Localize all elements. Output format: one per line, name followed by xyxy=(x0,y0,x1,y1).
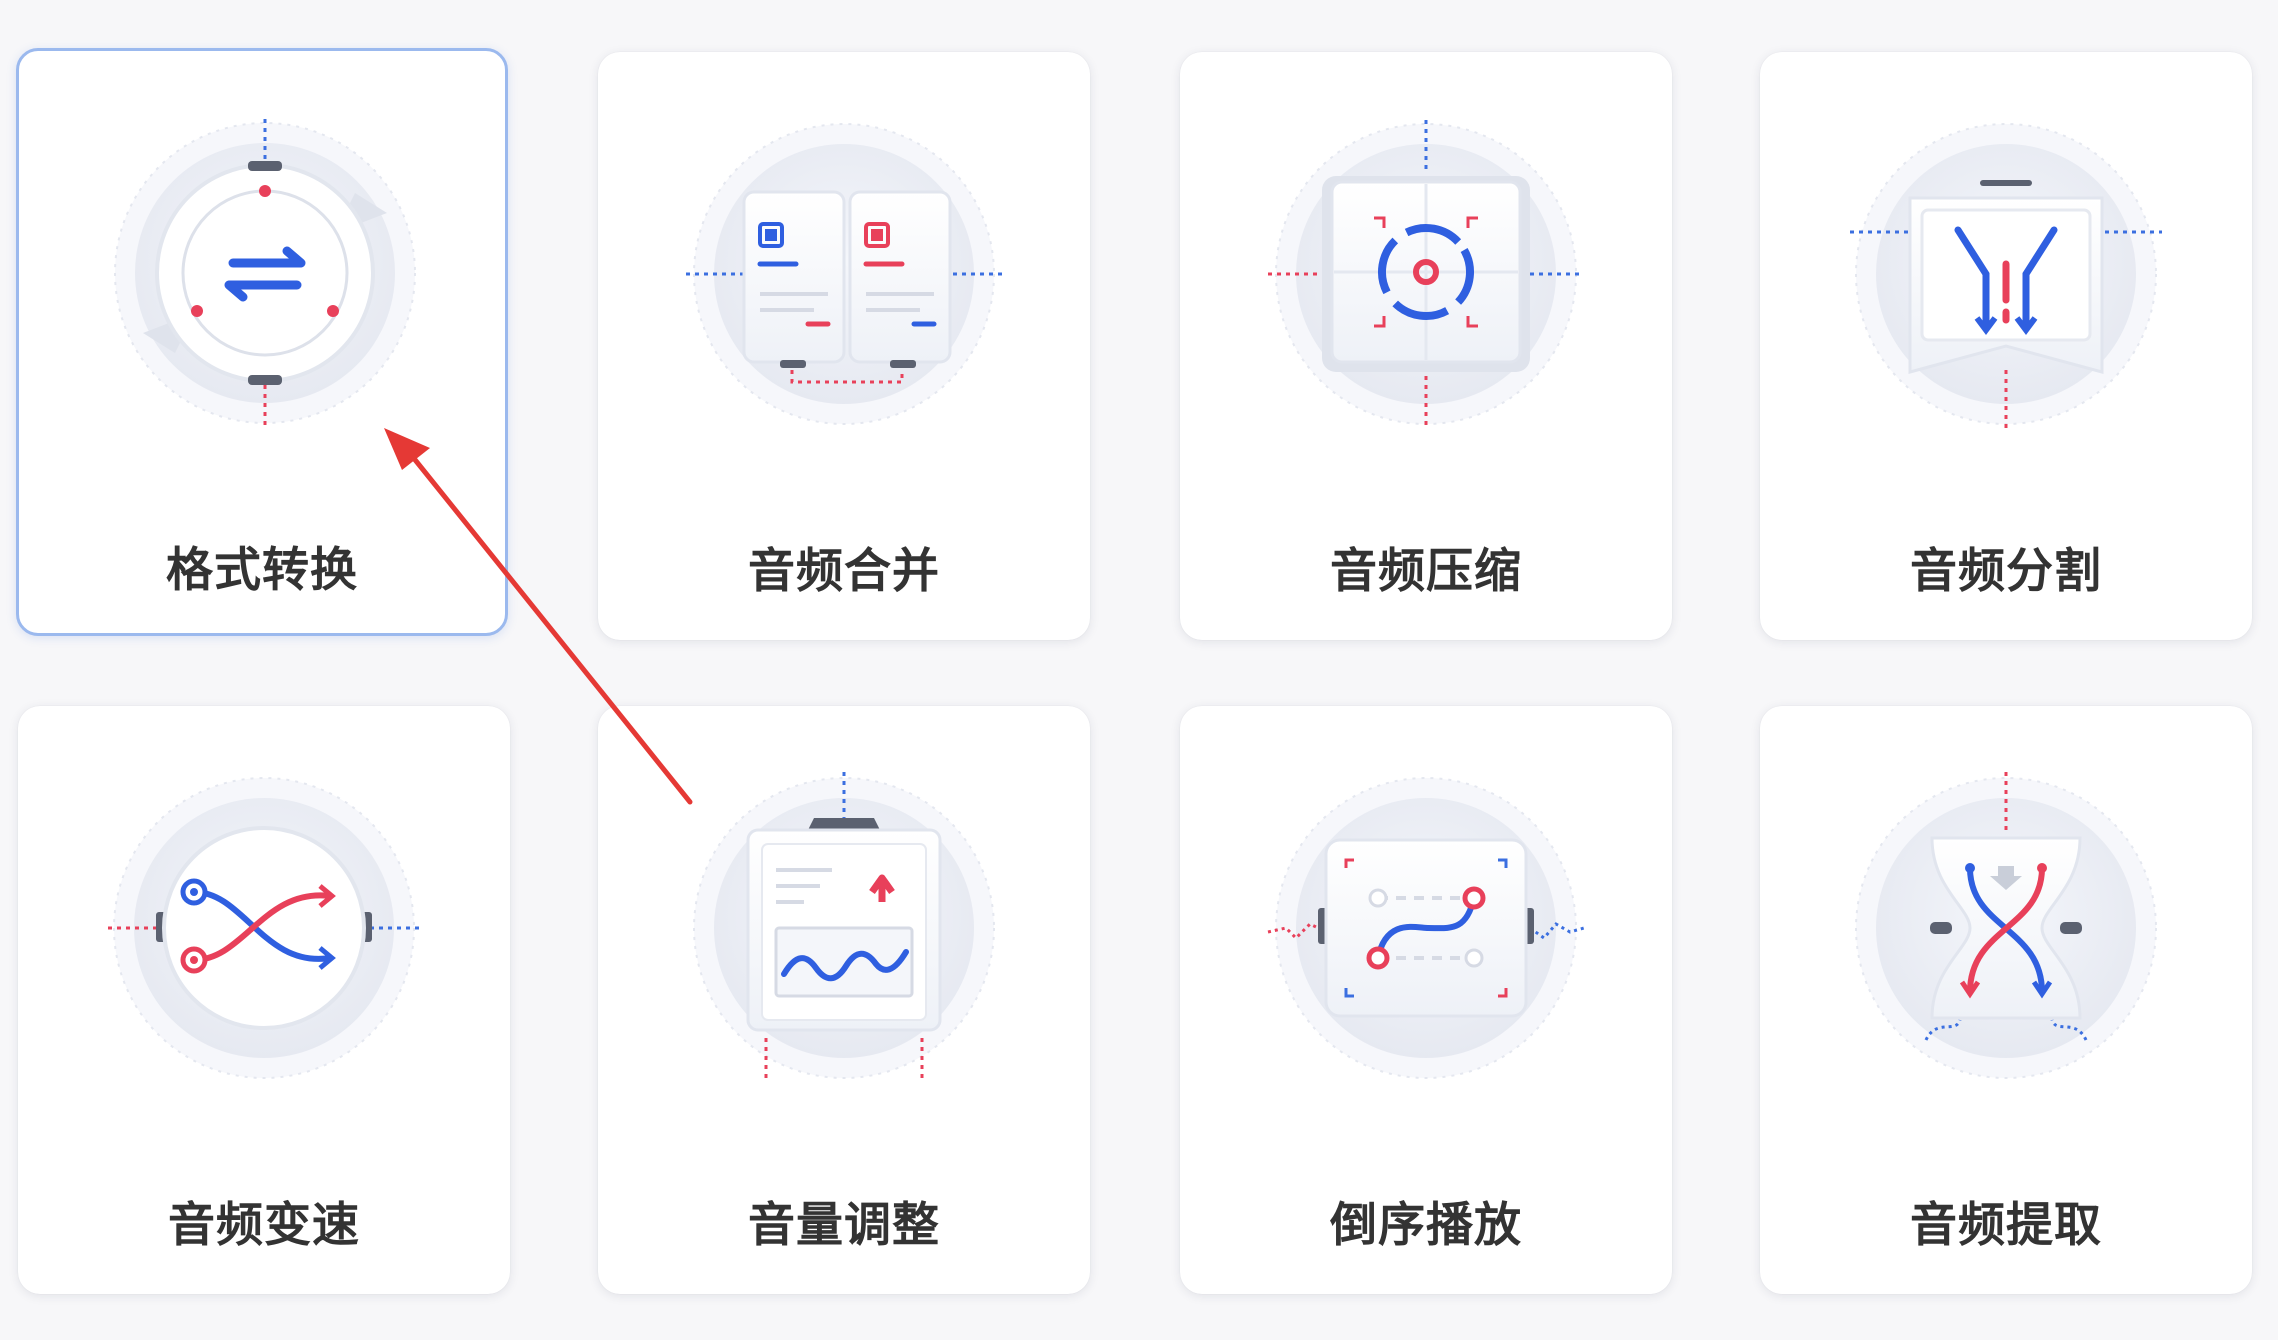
audio-extract-icon xyxy=(1855,772,2157,1079)
tool-card-audio-extract[interactable]: 音频提取 xyxy=(1760,706,2252,1294)
tool-label: 格式转换 xyxy=(166,543,358,598)
audio-compress-icon xyxy=(1268,120,1584,430)
format-convert-icon xyxy=(114,119,416,427)
tool-label: 音频合并 xyxy=(748,544,940,599)
audio-speed-icon xyxy=(108,777,420,1079)
tool-card-volume-adjust[interactable]: 音量调整 xyxy=(598,706,1090,1294)
audio-merge-icon xyxy=(686,123,1002,425)
tool-card-audio-speed[interactable]: 音频变速 xyxy=(18,706,510,1294)
audio-split-icon xyxy=(1850,123,2162,430)
volume-adjust-icon xyxy=(693,772,995,1079)
tool-label: 倒序播放 xyxy=(1330,1198,1522,1253)
tool-card-reverse-play[interactable]: 倒序播放 xyxy=(1180,706,1672,1294)
tool-card-audio-merge[interactable]: 音频合并 xyxy=(598,52,1090,640)
tool-card-format-convert[interactable]: 格式转换 xyxy=(16,48,508,636)
tool-card-audio-split[interactable]: 音频分割 xyxy=(1760,52,2252,640)
reverse-play-icon xyxy=(1267,777,1585,1079)
tool-label: 音频分割 xyxy=(1910,544,2102,599)
tool-card-audio-compress[interactable]: 音频压缩 xyxy=(1180,52,1672,640)
tool-label: 音频变速 xyxy=(168,1198,360,1253)
tool-label: 音频提取 xyxy=(1910,1198,2102,1253)
tool-label: 音频压缩 xyxy=(1330,544,1522,599)
tool-label: 音量调整 xyxy=(748,1198,940,1253)
